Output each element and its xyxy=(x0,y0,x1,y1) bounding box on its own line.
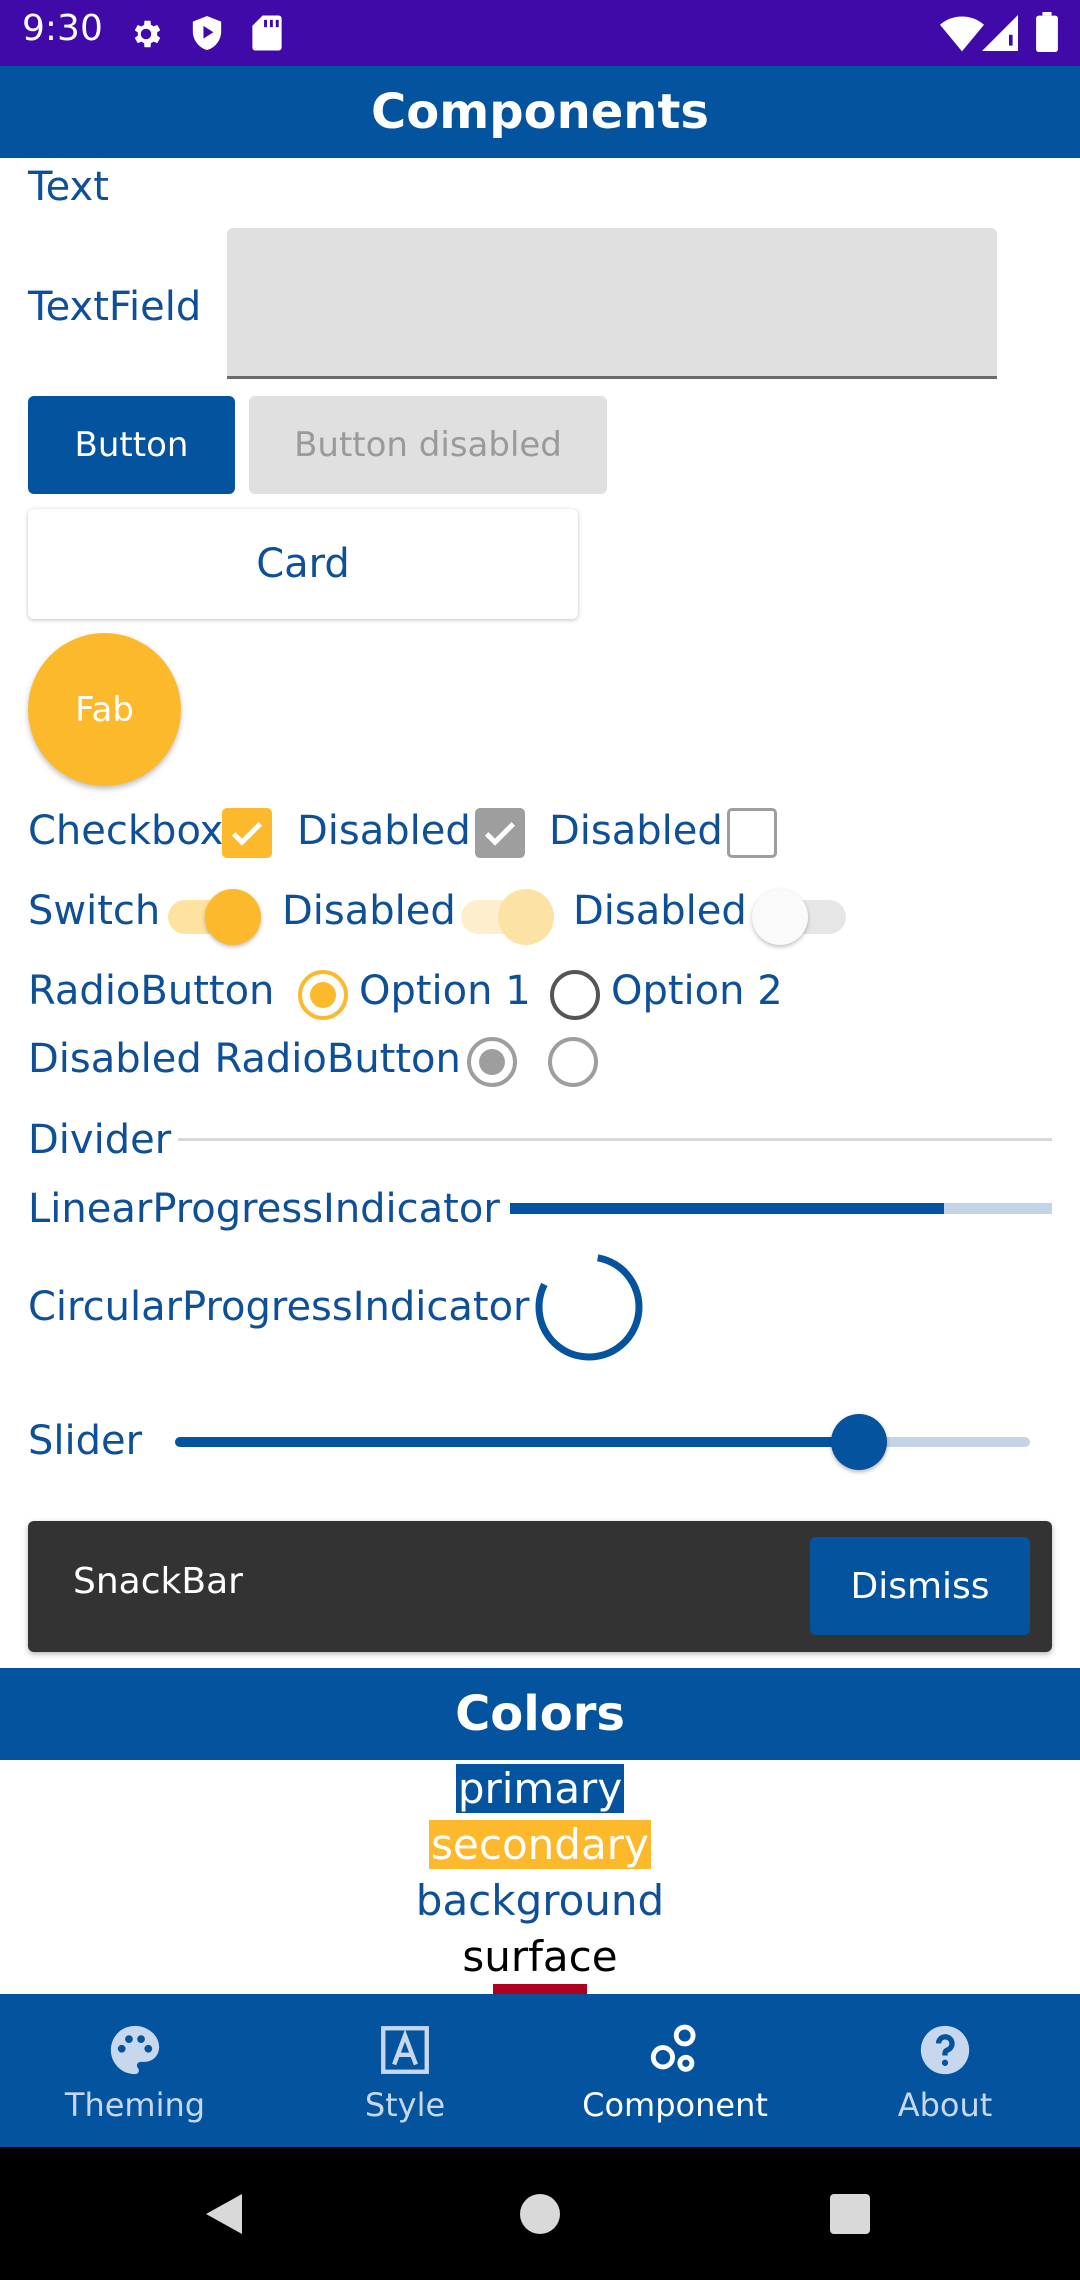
check-icon xyxy=(231,822,263,846)
settings-icon xyxy=(134,20,161,48)
nav-label-style: Style xyxy=(364,2086,446,2124)
check-icon xyxy=(484,822,516,846)
swatch-secondary-label: secondary xyxy=(429,1820,651,1869)
home-icon[interactable] xyxy=(518,2192,562,2236)
battery-icon xyxy=(1036,12,1058,52)
checkbox-disabled-unchecked-label: Disabled xyxy=(549,808,723,854)
palette-icon xyxy=(110,2025,160,2075)
swatch-secondary: secondary xyxy=(0,1820,1080,1869)
checkbox-disabled-checked-label: Disabled xyxy=(297,808,471,854)
wifi-icon xyxy=(940,16,984,52)
slider-fill xyxy=(175,1437,859,1447)
swatch-background-label: background xyxy=(415,1876,665,1925)
nav-item-about[interactable]: About xyxy=(810,1994,1080,2147)
nav-label-theming: Theming xyxy=(64,2086,206,2124)
swatch-primary-label: primary xyxy=(455,1764,625,1813)
radio-disabled-selected xyxy=(467,1037,517,1087)
nav-label-about: About xyxy=(897,2086,993,2124)
switch-label: Switch xyxy=(28,888,161,934)
checkbox-disabled-checked xyxy=(475,808,525,858)
swatch-error xyxy=(493,1984,587,1994)
radio-disabled-unselected xyxy=(548,1037,598,1087)
linear-progress-fill xyxy=(510,1203,944,1214)
snackbar: SnackBar Dismiss xyxy=(28,1521,1052,1652)
nav-item-theming[interactable]: Theming xyxy=(0,1994,270,2147)
radio-option-2-label: Option 2 xyxy=(611,968,783,1014)
switch-disabled-off-label: Disabled xyxy=(573,888,747,934)
text-style-icon xyxy=(381,2026,429,2074)
divider-label: Divider xyxy=(28,1117,172,1163)
nav-label-component: Component xyxy=(582,2086,768,2124)
textfield-label: TextField xyxy=(28,284,202,330)
checkbox-label: Checkbox xyxy=(28,808,224,854)
radio-option-1-label: Option 1 xyxy=(359,968,531,1014)
shield-play-icon xyxy=(192,16,222,50)
colors-header: Colors xyxy=(0,1668,1080,1760)
switch-on[interactable] xyxy=(165,887,265,947)
fab-label: Fab xyxy=(75,689,134,730)
checkbox-checked[interactable] xyxy=(222,808,272,858)
swatch-surface-label: surface xyxy=(462,1932,618,1981)
radio-dot xyxy=(479,1049,505,1075)
radio-option-1[interactable] xyxy=(298,970,348,1020)
top-app-bar: Components xyxy=(0,66,1080,158)
switch-disabled-off xyxy=(748,887,848,947)
recents-icon[interactable] xyxy=(828,2192,872,2236)
swatch-surface: surface xyxy=(0,1932,1080,1981)
primary-button[interactable]: Button xyxy=(28,396,235,494)
radio-option-2[interactable] xyxy=(550,970,600,1020)
card-label: Card xyxy=(256,541,350,587)
circular-progress xyxy=(535,1253,643,1361)
swatch-background: background xyxy=(0,1876,1080,1925)
bottom-navigation: Theming Style Component About xyxy=(0,1994,1080,2147)
cell-signal-icon xyxy=(982,15,1018,51)
snackbar-text: SnackBar xyxy=(73,1561,243,1602)
switch-thumb xyxy=(498,889,554,945)
switch-disabled-on xyxy=(458,887,558,947)
text-field[interactable] xyxy=(227,228,997,379)
slider-thumb[interactable] xyxy=(831,1414,887,1470)
system-nav-bar xyxy=(0,2147,1080,2280)
app-bar-title: Components xyxy=(371,84,709,140)
nav-item-style[interactable]: Style xyxy=(270,1994,540,2147)
card[interactable]: Card xyxy=(28,509,578,619)
bubbles-icon xyxy=(650,2024,696,2072)
colors-title: Colors xyxy=(455,1686,625,1742)
swatch-primary: primary xyxy=(0,1764,1080,1813)
nav-item-component[interactable]: Component xyxy=(540,1994,810,2147)
status-bar: 9:30 xyxy=(0,0,1080,66)
text-label: Text xyxy=(28,164,109,210)
slider-label: Slider xyxy=(28,1418,143,1464)
linear-progress-label: LinearProgressIndicator xyxy=(28,1186,500,1232)
disabled-radio-label: Disabled RadioButton xyxy=(28,1036,461,1082)
switch-disabled-on-label: Disabled xyxy=(282,888,456,934)
snackbar-dismiss-button[interactable]: Dismiss xyxy=(810,1537,1030,1635)
back-icon[interactable] xyxy=(202,2190,246,2238)
circular-progress-label: CircularProgressIndicator xyxy=(28,1284,530,1330)
divider xyxy=(178,1138,1052,1141)
switch-thumb xyxy=(752,889,808,945)
fab-button[interactable]: Fab xyxy=(28,633,181,786)
status-time: 9:30 xyxy=(22,8,103,49)
checkbox-disabled-unchecked xyxy=(727,808,777,858)
radio-label: RadioButton xyxy=(28,968,275,1014)
help-icon xyxy=(920,2025,970,2075)
sd-card-icon xyxy=(252,15,282,51)
switch-thumb xyxy=(205,889,261,945)
disabled-button: Button disabled xyxy=(249,396,607,494)
radio-dot xyxy=(310,982,336,1008)
